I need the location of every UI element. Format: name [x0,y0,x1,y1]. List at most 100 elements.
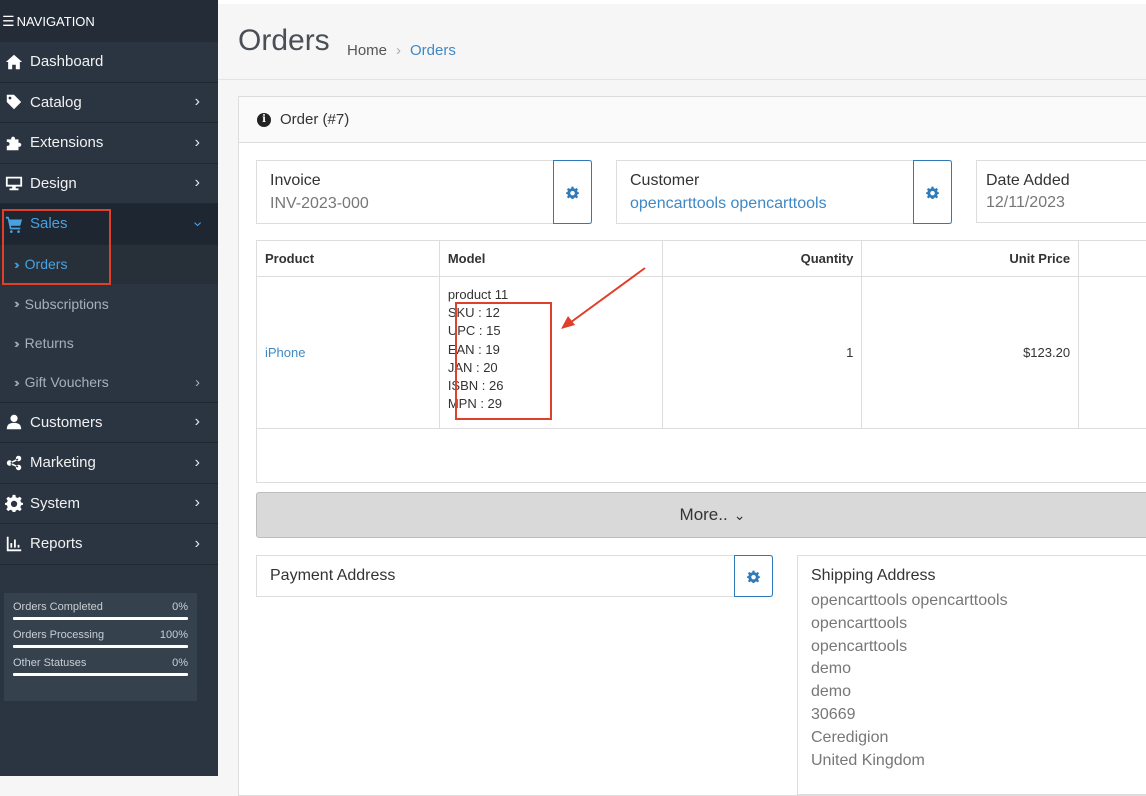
monitor-icon [0,174,28,192]
hamburger-icon[interactable]: ☰ [2,13,15,30]
chevron-right-icon: › [195,93,200,111]
product-cell: iPhone [257,277,440,429]
stat-value: 0% [172,657,188,669]
double-chevron-icon: ›› [14,336,17,351]
model-cell: product 11 SKU : 12 UPC : 15 EAN : 19 JA… [439,277,662,429]
invoice-value: INV-2023-000 [270,195,369,213]
stat-label: Orders Completed [13,601,103,613]
chevron-right-icon: › [195,454,200,472]
table-footer-row [257,429,1146,483]
sidebar-item-design[interactable]: Design › [0,164,218,205]
puzzle-icon [0,134,28,152]
sidebar-item-label: Catalog [30,94,82,111]
chevron-right-icon: › [195,535,200,553]
customer-card: Customer opencarttools opencarttools [616,160,952,224]
gear-icon [0,494,28,512]
sidebar-subitem-label: Returns [25,335,74,351]
sidebar-item-extensions[interactable]: Extensions › [0,123,218,164]
chevron-right-icon: › [195,174,200,192]
shipping-address-lines: opencarttools opencarttools opencarttool… [811,590,1008,772]
bar-chart-icon [0,535,28,553]
column-header-product: Product [257,241,440,277]
payment-address-settings-button[interactable] [734,555,773,597]
chevron-right-icon: › [195,374,200,391]
stat-progress-bar [13,673,188,676]
model-line: MPN : 29 [448,395,654,413]
footer-cell [257,429,1146,483]
page-header: Orders Home › Orders [218,0,1146,80]
shipping-address-card: Shipping Address opencarttools opencartt… [797,555,1146,795]
sidebar: ☰ NAVIGATION Dashboard Catalog › Extensi… [0,0,218,776]
panel-header: i Order (#7) [239,97,1146,143]
address-line: 30669 [811,704,1008,727]
sidebar-subitem-label: Gift Vouchers [25,374,109,390]
stat-orders-completed: Orders Completed 0% [13,601,188,620]
stat-progress-bar [13,617,188,620]
double-chevron-icon: ›› [14,375,17,390]
product-link[interactable]: iPhone [265,345,305,360]
sidebar-item-label: Design [30,175,77,192]
chevron-down-icon: › [188,221,206,226]
navigation-title: NAVIGATION [17,14,95,29]
customer-settings-button[interactable] [913,160,952,224]
column-header-empty [1079,241,1146,277]
sidebar-item-customers[interactable]: Customers › [0,403,218,444]
model-line: EAN : 19 [448,341,654,359]
breadcrumb: Home › Orders [347,42,456,59]
table-header-row: Product Model Quantity Unit Price [257,241,1146,277]
share-icon [0,454,28,472]
chevron-down-icon: ⌄ [734,507,746,524]
info-icon: i [257,113,271,127]
stat-orders-processing: Orders Processing 100% [13,629,188,648]
customer-link[interactable]: opencarttools opencarttools [630,195,827,213]
sidebar-subitem-subscriptions[interactable]: ›› Subscriptions [0,284,218,324]
chevron-right-icon: › [195,413,200,431]
sidebar-subitem-orders[interactable]: ›› Orders [0,245,218,285]
sidebar-item-sales[interactable]: Sales › [0,204,218,245]
page-title: Orders [238,24,330,58]
date-added-card: Date Added 12/11/2023 [976,160,1146,223]
empty-cell [1079,277,1146,429]
sidebar-item-dashboard[interactable]: Dashboard [0,42,218,83]
stat-value: 100% [160,629,188,641]
sidebar-subitem-returns[interactable]: ›› Returns [0,324,218,364]
customer-label: Customer [630,172,699,190]
products-table: Product Model Quantity Unit Price iPhone… [256,240,1146,483]
sidebar-subitem-label: Subscriptions [25,296,109,312]
more-button[interactable]: More.. ⌄ [256,492,1146,538]
model-line: JAN : 20 [448,359,654,377]
column-header-model: Model [439,241,662,277]
home-icon [0,53,28,71]
payment-address-card: Payment Address [256,555,773,597]
sidebar-item-catalog[interactable]: Catalog › [0,83,218,124]
order-stats: Orders Completed 0% Orders Processing 10… [4,593,197,701]
sidebar-item-system[interactable]: System › [0,484,218,525]
navigation-header[interactable]: ☰ NAVIGATION [0,0,218,42]
gear-icon [747,570,760,583]
sidebar-item-label: Sales [30,215,68,232]
breadcrumb-separator-icon: › [396,42,401,59]
sidebar-item-marketing[interactable]: Marketing › [0,443,218,484]
breadcrumb-orders[interactable]: Orders [410,42,456,59]
address-line: opencarttools [811,636,1008,659]
quantity-cell: 1 [662,277,862,429]
stat-other-statuses: Other Statuses 0% [13,657,188,676]
double-chevron-icon: ›› [14,257,17,272]
sidebar-item-label: Extensions [30,134,103,151]
tag-icon [0,93,28,111]
main-content: Orders Home›Orders i Order (#7) Invoice … [218,0,1146,776]
sidebar-subitem-gift-vouchers[interactable]: ›› Gift Vouchers › [0,363,218,403]
sidebar-menu: Dashboard Catalog › Extensions › Design … [0,42,218,565]
invoice-settings-button[interactable] [553,160,592,224]
sidebar-item-label: System [30,495,80,512]
model-line: UPC : 15 [448,322,654,340]
address-line: opencarttools [811,613,1008,636]
cart-icon [0,215,28,233]
breadcrumb-home[interactable]: Home [347,42,387,59]
model-line: SKU : 12 [448,304,654,322]
column-header-quantity: Quantity [662,241,862,277]
sidebar-item-label: Reports [30,535,83,552]
shipping-address-label: Shipping Address [811,567,936,585]
sidebar-item-reports[interactable]: Reports › [0,524,218,565]
address-line: opencarttools opencarttools [811,590,1008,613]
